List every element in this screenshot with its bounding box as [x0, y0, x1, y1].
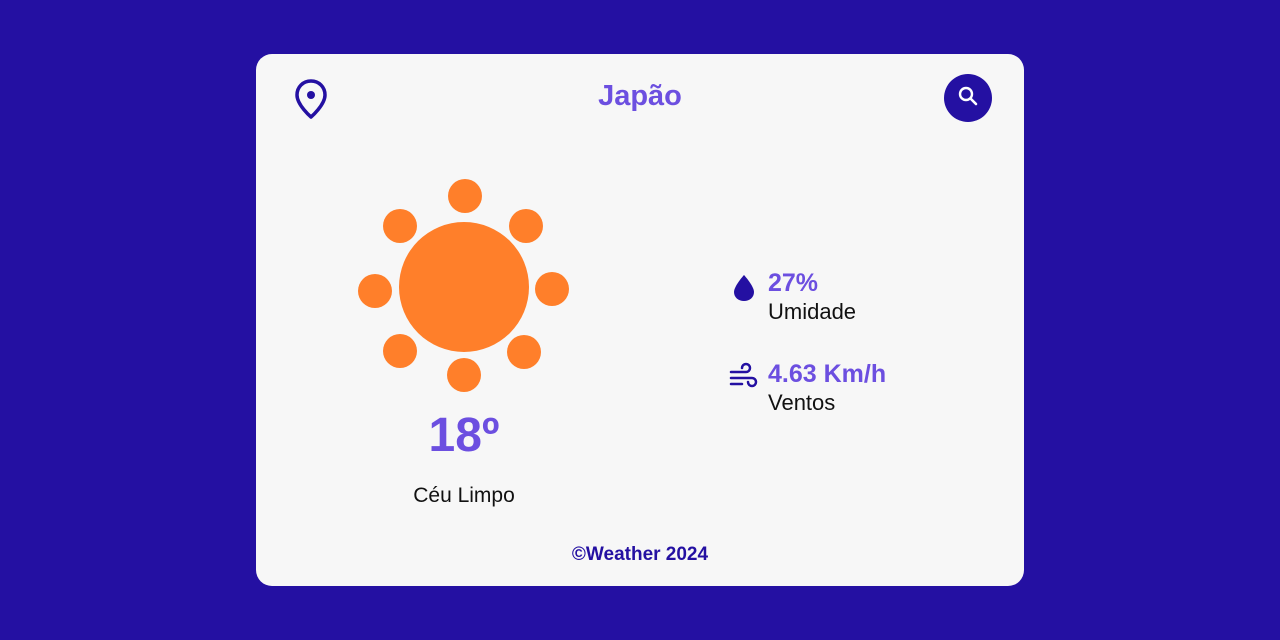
footer-copyright: ©Weather 2024: [571, 544, 709, 565]
water-drop-icon: [728, 271, 760, 303]
wind-label: Ventos: [768, 390, 836, 415]
wind-value: 4.63 Km/h: [768, 360, 887, 388]
temperature: 18º: [428, 409, 500, 462]
city-title: Japão: [598, 80, 682, 112]
humidity-stat: 27% Umidade: [728, 269, 968, 329]
humidity-label: Umidade: [768, 299, 857, 324]
wind-stat: 4.63 Km/h Ventos: [728, 360, 968, 420]
weather-condition: Céu Limpo: [413, 484, 515, 507]
wind-icon: [728, 362, 760, 394]
search-icon: [956, 84, 980, 113]
humidity-value: 27%: [768, 269, 819, 297]
sun-icon: [354, 176, 574, 396]
search-button[interactable]: [944, 74, 992, 122]
weather-card: Japão 18º Céu Limpo 27% Umidade 4.63 Km/…: [256, 54, 1024, 586]
